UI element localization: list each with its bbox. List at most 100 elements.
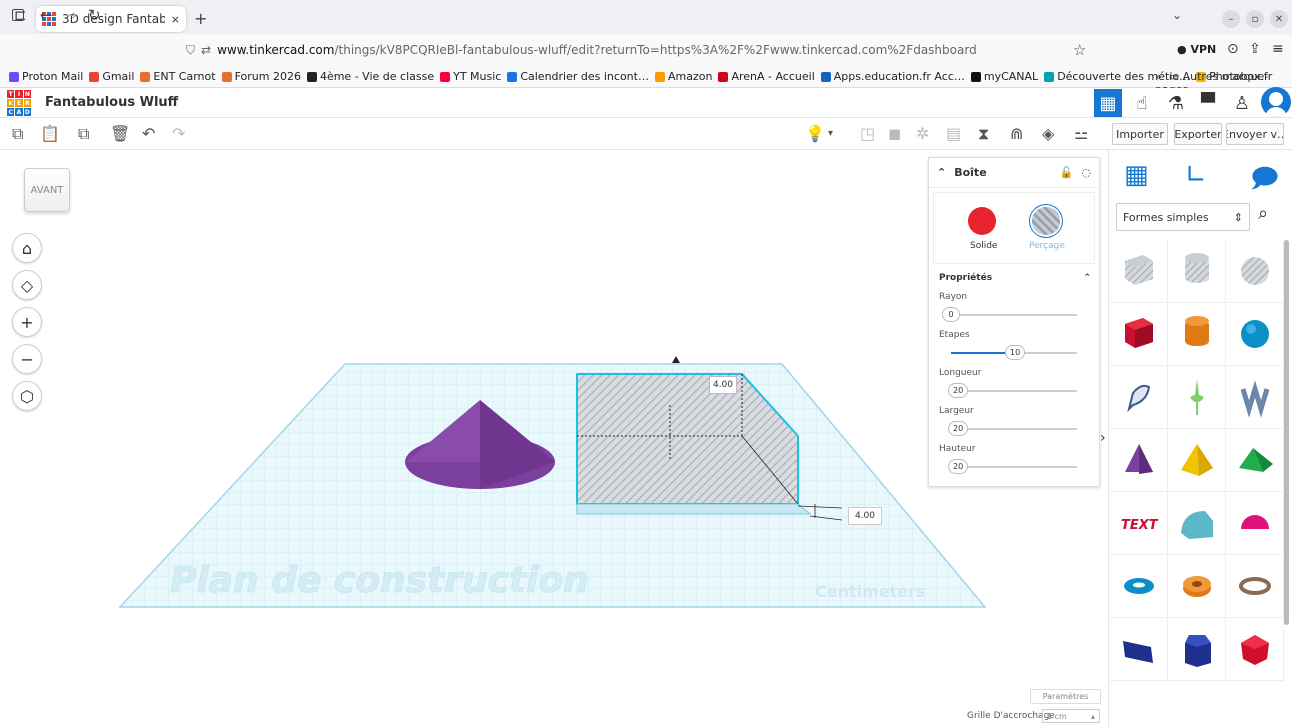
mirror-icon[interactable]: ⧗ <box>978 124 989 144</box>
tab-close-icon[interactable]: × <box>171 13 180 26</box>
bookmark-item[interactable]: Calendrier des incont… <box>504 70 652 83</box>
property-slider-track[interactable] <box>951 390 1077 392</box>
round-roof-shape[interactable] <box>1168 492 1226 555</box>
forward-icon[interactable]: → <box>64 6 77 24</box>
notes-icon[interactable]: 🗩 <box>1250 160 1279 204</box>
cylinder-hole-shape[interactable] <box>1168 240 1226 303</box>
parameters-button[interactable]: Paramètres <box>1030 689 1101 704</box>
bookmark-item[interactable]: ENT Carnot <box>137 70 218 83</box>
minimize-icon[interactable]: – <box>1222 10 1240 28</box>
close-window-icon[interactable]: ✕ <box>1270 10 1288 28</box>
reload-icon[interactable]: ↻ <box>88 6 101 24</box>
snap-grid-select[interactable]: 1 cm ▴ <box>1042 709 1100 723</box>
hide-icon[interactable]: ◌ <box>1081 166 1091 179</box>
redo-icon[interactable]: ↷ <box>172 124 185 143</box>
shape-name[interactable]: Boîte <box>954 166 986 179</box>
paste-icon[interactable]: 📋 <box>40 124 60 143</box>
search-icon[interactable]: ⌕ <box>1258 203 1268 224</box>
sphere-hole-shape[interactable] <box>1226 240 1284 303</box>
zoom-in-icon[interactable]: + <box>12 307 42 337</box>
bookmark-item[interactable]: Apps.education.fr Acc… <box>818 70 968 83</box>
light-dropdown-icon[interactable]: ▾ <box>828 128 833 139</box>
text-shape[interactable]: TEXT <box>1110 492 1168 555</box>
back-icon[interactable]: ← <box>40 6 53 24</box>
zoom-out-icon[interactable]: − <box>12 344 42 374</box>
home-view-icon[interactable]: ⌂ <box>12 233 42 263</box>
polyhedron-shape[interactable] <box>1226 618 1284 681</box>
graphic-shape[interactable] <box>1168 366 1226 429</box>
menu-icon[interactable]: ≡ <box>1272 41 1284 57</box>
polygon-shape[interactable] <box>1168 618 1226 681</box>
perspective-icon[interactable]: ⬡ <box>12 381 42 411</box>
3d-view-icon[interactable]: ▦ <box>1094 89 1122 117</box>
avatar[interactable] <box>1261 87 1291 117</box>
share-users-icon[interactable]: ♙ <box>1228 89 1256 117</box>
property-slider-track[interactable] <box>951 466 1077 468</box>
roof-shape[interactable] <box>1226 429 1284 492</box>
account-icon[interactable]: ⊙ <box>1227 41 1239 57</box>
new-tab-button[interactable]: + <box>194 9 207 28</box>
cone-shape[interactable] <box>1110 429 1168 492</box>
half-sphere-shape[interactable] <box>1226 492 1284 555</box>
import-button[interactable]: Importer <box>1112 123 1168 145</box>
bookmark-item[interactable]: myCANAL <box>968 70 1041 83</box>
text-squiggle-shape[interactable] <box>1226 366 1284 429</box>
box-hole-shape[interactable] <box>1110 240 1168 303</box>
send-to-button[interactable]: Envoyer v… <box>1226 123 1284 145</box>
bookmark-item[interactable]: Amazon <box>652 70 715 83</box>
pyramid-shape[interactable] <box>1168 429 1226 492</box>
vpn-button[interactable]: ● VPN <box>1177 43 1216 56</box>
grid-view-icon[interactable]: ▦ <box>1124 160 1149 190</box>
ruler-icon[interactable]: ∟ <box>1185 160 1207 190</box>
property-value-input[interactable]: 0 <box>942 307 960 322</box>
paint-icon[interactable]: ◈ <box>1042 124 1054 143</box>
properties-collapse-icon[interactable]: ⌃ <box>1083 273 1091 283</box>
bricks-icon[interactable]: ▀ <box>1194 89 1222 117</box>
lock-icon[interactable]: 🔓 <box>1060 166 1074 179</box>
property-slider-track[interactable] <box>951 314 1077 316</box>
extensions-icon[interactable]: ⇪ <box>1249 41 1261 57</box>
sidebar-toggle-icon[interactable]: ⊏ <box>14 6 27 24</box>
property-value-input[interactable]: 10 <box>1005 345 1026 360</box>
group-icon[interactable]: ◳ <box>860 124 875 143</box>
property-value-input[interactable]: 20 <box>948 459 969 474</box>
torus-shape[interactable] <box>1110 555 1168 618</box>
undo-icon[interactable]: ↶ <box>142 124 155 143</box>
cylinder-shape[interactable] <box>1168 303 1226 366</box>
box-shape[interactable] <box>1110 303 1168 366</box>
bookmark-item[interactable]: Proton Mail <box>6 70 86 83</box>
hole-swatch[interactable] <box>1032 207 1060 235</box>
bookmark-item[interactable]: Forum 2026 <box>219 70 304 83</box>
design-title[interactable]: Fantabulous Wluff <box>45 95 178 110</box>
workplane-icon[interactable]: ⚍ <box>1074 124 1088 143</box>
browser-tab[interactable]: 3D design Fantabulous W × <box>36 6 186 32</box>
solid-color-swatch[interactable] <box>968 207 996 235</box>
bookmark-star-icon[interactable]: ☆ <box>1073 41 1086 59</box>
library-scrollbar[interactable] <box>1284 240 1289 625</box>
property-value-input[interactable]: 20 <box>948 421 969 436</box>
magnet-icon[interactable]: ⋒ <box>1010 124 1023 143</box>
fit-view-icon[interactable]: ◇ <box>12 270 42 300</box>
ungroup-icon[interactable]: ◼ <box>888 124 901 143</box>
align-icon[interactable]: ▤ <box>946 124 961 143</box>
sim-lab-icon[interactable]: ⚗ <box>1162 89 1190 117</box>
property-slider-track[interactable] <box>951 428 1077 430</box>
light-bulb-icon[interactable]: 💡 <box>805 124 825 143</box>
view-cube[interactable]: AVANT <box>24 168 70 212</box>
bookmark-item[interactable]: Gmail <box>86 70 137 83</box>
dimension-label-bottom[interactable]: 4.00 <box>848 507 882 525</box>
ring-shape[interactable] <box>1226 555 1284 618</box>
export-button[interactable]: Exporter <box>1174 123 1222 145</box>
bookmark-item[interactable]: 4ème - Vie de classe <box>304 70 437 83</box>
tube-shape[interactable] <box>1168 555 1226 618</box>
tab-overflow-chevron-icon[interactable]: ⌄ <box>1172 8 1182 22</box>
tinkercad-logo[interactable]: TINKERCAD <box>7 90 31 116</box>
cruise-icon[interactable]: ✲ <box>916 124 929 143</box>
blocks-icon[interactable]: ☝ <box>1128 89 1156 117</box>
shape-category-select[interactable]: Formes simples ⇕ <box>1116 203 1250 231</box>
dimension-label-top[interactable]: 4.00 <box>709 376 737 394</box>
maximize-icon[interactable]: ▫ <box>1246 10 1264 28</box>
url-bar[interactable]: ⛉ ⇄ www.tinkercad.com/things/kV8PCQRIeBl… <box>186 39 1096 61</box>
inspector-collapse-icon[interactable]: ⌃ <box>937 166 946 179</box>
wedge-shape[interactable] <box>1110 618 1168 681</box>
